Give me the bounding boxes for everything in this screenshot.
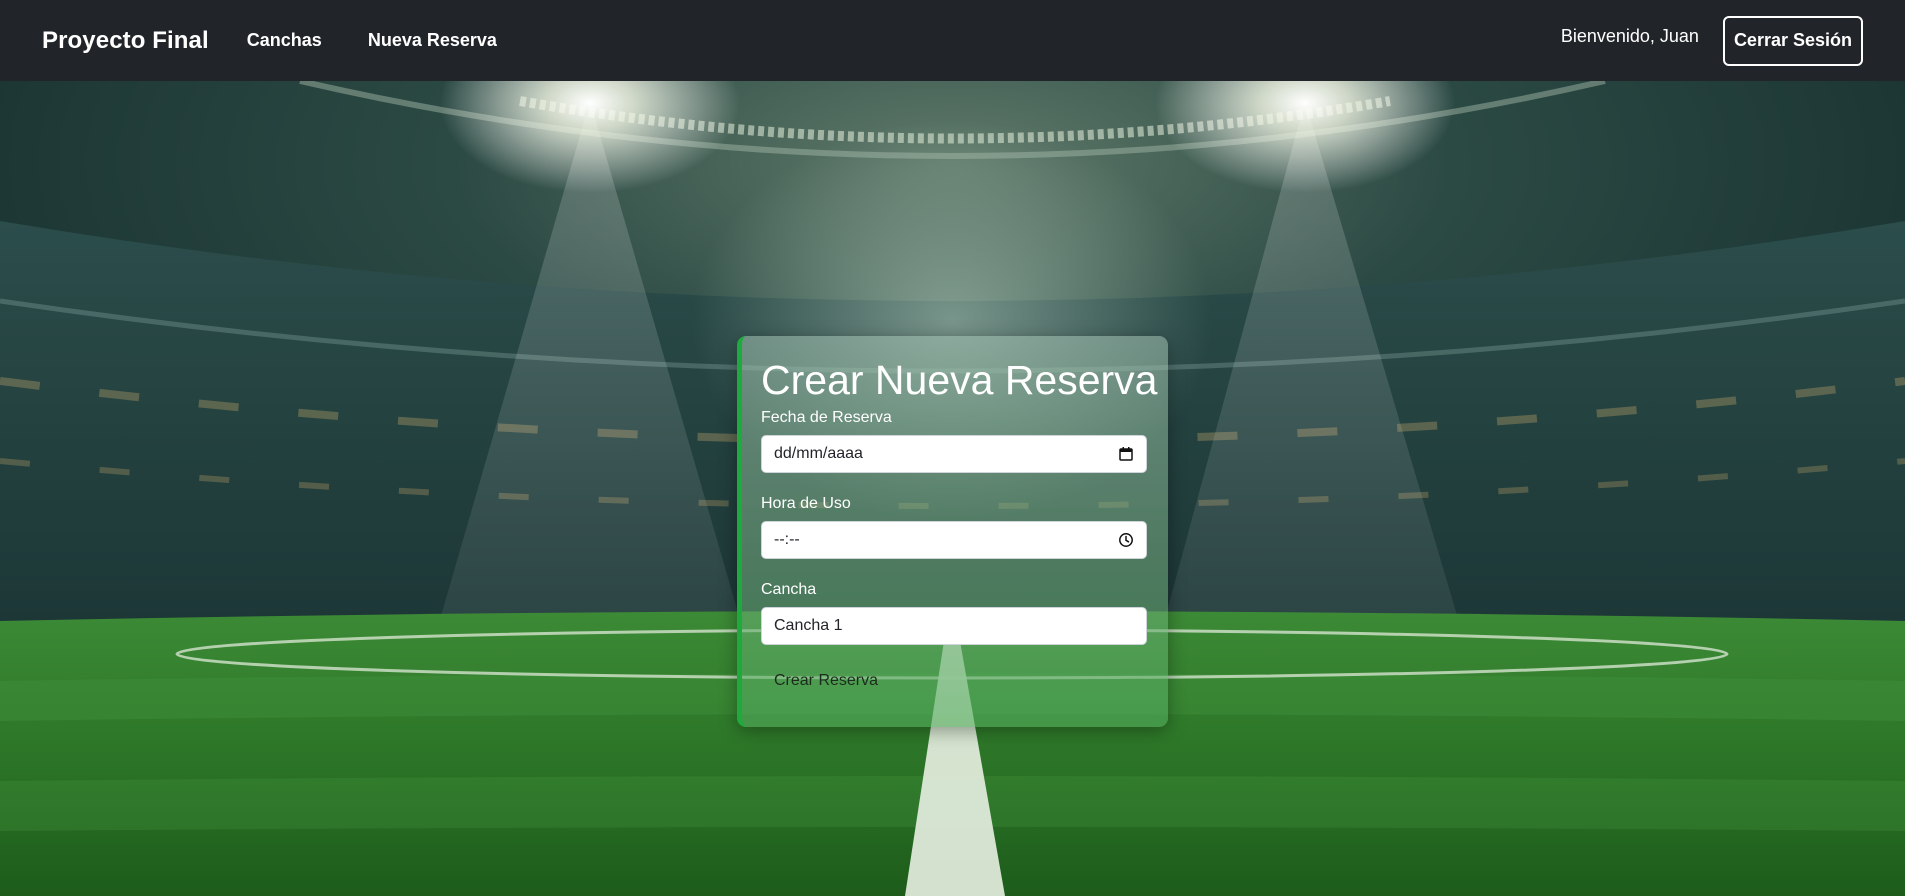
date-input-value: dd/mm/aaaa <box>774 445 863 463</box>
logout-button[interactable]: Cerrar Sesión <box>1722 15 1863 66</box>
create-reservation-button[interactable]: Crear Reserva <box>761 661 891 701</box>
clock-icon[interactable] <box>1118 532 1134 548</box>
court-input[interactable]: Cancha 1 <box>761 607 1147 646</box>
time-input[interactable]: --:-- <box>761 521 1147 560</box>
time-label: Hora de Uso <box>761 495 851 513</box>
brand-logo[interactable]: Proyecto Final <box>42 27 209 55</box>
court-label: Cancha <box>761 581 817 599</box>
nav-link-nueva-reserva[interactable]: Nueva Reserva <box>368 30 497 51</box>
date-label: Fecha de Reserva <box>761 409 892 427</box>
navbar: Proyecto Final Canchas Nueva Reserva Bie… <box>0 0 1905 81</box>
nav-link-canchas[interactable]: Canchas <box>247 30 322 51</box>
calendar-icon[interactable] <box>1118 446 1134 462</box>
reservation-form-card: Crear Nueva Reserva Fecha de Reserva dd/… <box>737 336 1168 727</box>
welcome-text: Bienvenido, Juan <box>1560 26 1699 46</box>
nav-user-area: Bienvenido, Juan Cerrar Sesión <box>1560 15 1863 66</box>
form-title: Crear Nueva Reserva <box>761 357 1158 403</box>
time-input-value: --:-- <box>774 531 800 549</box>
date-input[interactable]: dd/mm/aaaa <box>761 435 1147 474</box>
court-input-value: Cancha 1 <box>774 617 843 635</box>
